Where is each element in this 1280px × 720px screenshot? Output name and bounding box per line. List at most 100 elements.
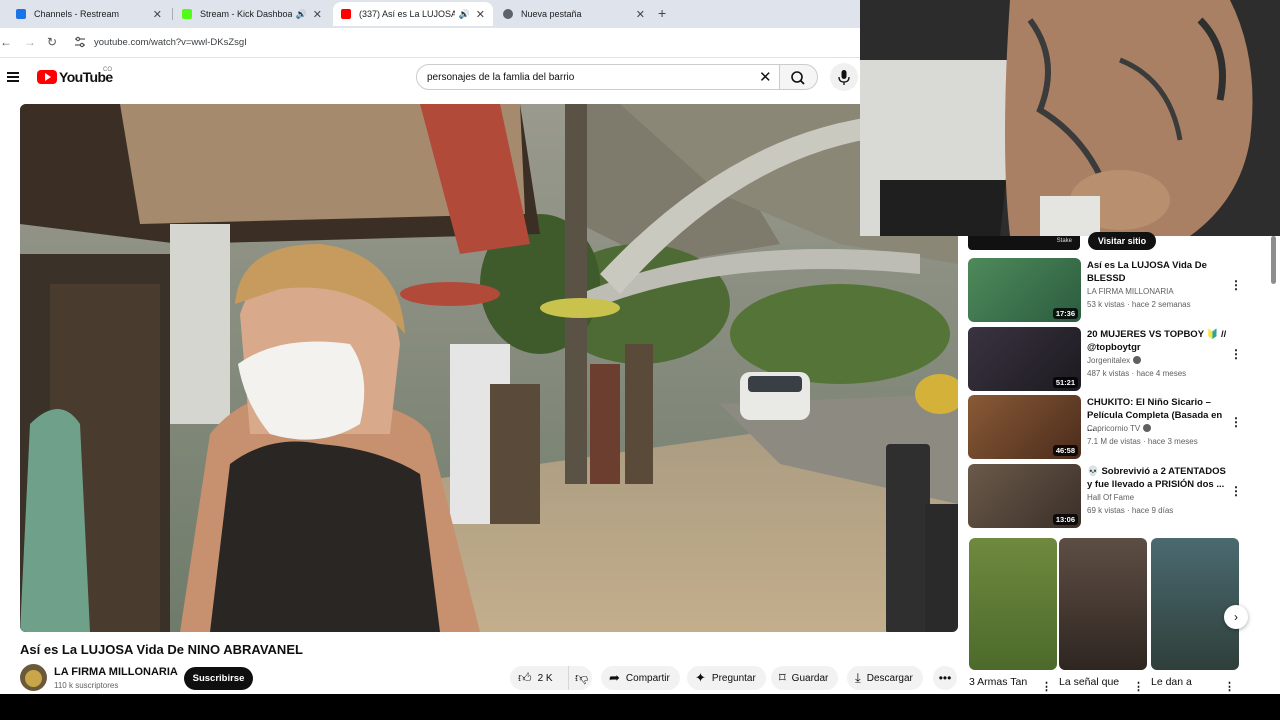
- ad-banner[interactable]: Stake: [968, 236, 1080, 250]
- kebab-menu-icon[interactable]: ⋮: [1230, 484, 1242, 498]
- tab-new[interactable]: Nueva pestaña ✕: [495, 2, 653, 26]
- thumbs-down-icon: 👎︎: [575, 670, 589, 685]
- visit-site-button[interactable]: Visitar sitio: [1088, 232, 1156, 250]
- recommendation-channel: LA FIRMA MILLONARIA: [1087, 287, 1174, 296]
- tab-kick[interactable]: Stream - Kick Dashboard 🔊 ✕: [174, 2, 330, 26]
- recommendation-channel: Hall Of Fame: [1087, 493, 1134, 502]
- address-bar: ← → ↻ youtube.com/watch?v=wwl-DKsZsgI: [0, 28, 860, 58]
- browser-tab-strip: Channels - Restream ✕ Stream - Kick Dash…: [0, 0, 860, 28]
- video-title: Así es La LUJOSA Vida De NINO ABRAVANEL: [20, 642, 303, 657]
- subscribe-button[interactable]: Suscribirse: [184, 667, 253, 690]
- tab-restream[interactable]: Channels - Restream ✕: [8, 2, 170, 26]
- more-dots-icon: •••: [938, 671, 952, 685]
- kebab-menu-icon[interactable]: ⋮: [1041, 680, 1052, 693]
- recommendation-item[interactable]: 13:06 💀 Sobrevivió a 2 ATENTADOS y fue l…: [968, 464, 1248, 528]
- video-player[interactable]: [20, 104, 958, 632]
- close-tab-icon[interactable]: ✕: [636, 8, 645, 21]
- tab-youtube[interactable]: (337) Así es La LUJOSA Vida 🔊 ✕: [333, 2, 493, 26]
- bookmark-icon: ⌑: [779, 670, 786, 685]
- country-code: CO: [103, 67, 112, 73]
- recommendation-item[interactable]: 46:58 CHUKITO: El Niño Sicario – Películ…: [968, 395, 1248, 459]
- search-input[interactable]: personajes de la famlia del barrio ✕: [416, 64, 780, 90]
- close-tab-icon[interactable]: ✕: [476, 8, 485, 21]
- recommendation-item[interactable]: 17:36 Así es La LUJOSA Vida De BLESSD LA…: [968, 258, 1248, 322]
- short-thumbnail[interactable]: [1151, 538, 1239, 670]
- chrome-favicon-icon: [503, 9, 513, 19]
- download-button[interactable]: ⤓ Descargar: [847, 666, 923, 690]
- video-thumbnail[interactable]: 17:36: [968, 258, 1081, 322]
- close-tab-icon[interactable]: ✕: [153, 8, 162, 21]
- thumbs-up-icon: 👍︎: [518, 670, 532, 685]
- share-icon: ➦: [609, 670, 620, 685]
- short-title[interactable]: 3 Armas Tan: [969, 676, 1027, 688]
- channel-name[interactable]: LA FIRMA MILLONARIA: [54, 666, 178, 678]
- tab-title: (337) Así es La LUJOSA Vida: [359, 9, 455, 19]
- speaker-icon[interactable]: 🔊: [296, 9, 307, 20]
- kebab-menu-icon[interactable]: ⋮: [1133, 680, 1144, 693]
- save-button[interactable]: ⌑ Guardar: [771, 666, 839, 690]
- recommendation-item[interactable]: 51:21 20 MUJERES VS TOPBOY 🔰 // @topboyt…: [968, 327, 1248, 391]
- tab-separator: [172, 8, 173, 20]
- video-thumbnail[interactable]: 51:21: [968, 327, 1081, 391]
- short-thumbnail[interactable]: [1059, 538, 1147, 670]
- recommendation-meta: 487 k vistas · hace 4 meses: [1087, 369, 1187, 378]
- microphone-icon: [838, 70, 850, 85]
- channel-text: Hall Of Fame: [1087, 493, 1135, 502]
- kebab-menu-icon[interactable]: ⋮: [1230, 278, 1242, 292]
- video-duration: 17:36: [1052, 308, 1078, 319]
- short-title[interactable]: La señal que: [1059, 676, 1119, 688]
- more-actions-button[interactable]: •••: [933, 666, 957, 690]
- sidebar-scrollbar[interactable]: [1270, 236, 1278, 696]
- scrollbar-thumb[interactable]: [1271, 236, 1276, 284]
- save-label: Guardar: [791, 672, 829, 684]
- video-duration: 51:21: [1052, 377, 1078, 388]
- ask-label: Preguntar: [711, 672, 756, 684]
- sparkle-icon: ✦: [695, 670, 706, 685]
- download-icon: ⤓: [855, 670, 861, 685]
- chevron-right-icon: ›: [1234, 610, 1238, 624]
- verified-badge-icon: [1143, 424, 1152, 432]
- close-tab-icon[interactable]: ✕: [313, 8, 322, 21]
- youtube-logo-icon[interactable]: [37, 70, 57, 84]
- recommendation-title[interactable]: 💀 Sobrevivió a 2 ATENTADOS y fue llevado…: [1087, 465, 1227, 491]
- like-count: 2 K: [537, 672, 553, 684]
- speaker-icon[interactable]: 🔊: [459, 9, 470, 20]
- youtube-favicon-icon: [341, 9, 351, 19]
- kick-favicon-icon: [182, 9, 192, 19]
- video-thumbnail[interactable]: 46:58: [968, 395, 1081, 459]
- kebab-menu-icon[interactable]: ⋮: [1230, 347, 1242, 361]
- recommendation-meta: 53 k vistas · hace 2 semanas: [1087, 300, 1191, 309]
- forward-arrow-icon[interactable]: →: [24, 35, 36, 49]
- short-thumbnail[interactable]: [969, 538, 1057, 670]
- ask-button[interactable]: ✦ Preguntar: [687, 666, 766, 690]
- back-arrow-icon[interactable]: ←: [0, 35, 12, 49]
- kebab-menu-icon[interactable]: ⋮: [1230, 415, 1242, 429]
- voice-search-button[interactable]: [830, 63, 858, 91]
- dislike-button[interactable]: 👎︎: [568, 666, 592, 690]
- clear-search-icon[interactable]: ✕: [759, 68, 772, 86]
- recommendation-title[interactable]: Así es La LUJOSA Vida De BLESSD: [1087, 259, 1227, 285]
- kebab-menu-icon[interactable]: ⋮: [1224, 680, 1235, 693]
- reload-icon[interactable]: ↻: [47, 35, 57, 49]
- recommendation-title[interactable]: 20 MUJERES VS TOPBOY 🔰 // @topboytgr: [1087, 328, 1227, 354]
- menu-icon[interactable]: [7, 72, 19, 82]
- share-label: Compartir: [625, 672, 670, 684]
- video-thumbnail[interactable]: 13:06: [968, 464, 1081, 528]
- url-field[interactable]: youtube.com/watch?v=wwl-DKsZsgI: [94, 37, 247, 48]
- short-title[interactable]: Le dan a: [1151, 676, 1192, 688]
- recommendation-channel: Jorgenitalex: [1087, 356, 1142, 365]
- tab-title: Nueva pestaña: [521, 9, 582, 19]
- shorts-next-button[interactable]: ›: [1224, 605, 1248, 629]
- channel-text: Jorgenitalex: [1087, 356, 1131, 365]
- download-label: Descargar: [866, 672, 913, 684]
- search-button[interactable]: [780, 64, 818, 90]
- site-info-icon[interactable]: [74, 36, 86, 48]
- recommendation-meta: 69 k vistas · hace 9 días: [1087, 506, 1174, 515]
- youtube-header: YouTube CO personajes de la famlia del b…: [0, 58, 860, 98]
- channel-avatar[interactable]: [20, 664, 47, 691]
- share-button[interactable]: ➦ Compartir: [601, 666, 680, 690]
- search-query: personajes de la famlia del barrio: [427, 72, 575, 83]
- new-tab-plus-icon[interactable]: +: [658, 5, 666, 21]
- like-button[interactable]: 👍︎ 2 K: [510, 666, 568, 690]
- webcam-feed: [860, 0, 1280, 236]
